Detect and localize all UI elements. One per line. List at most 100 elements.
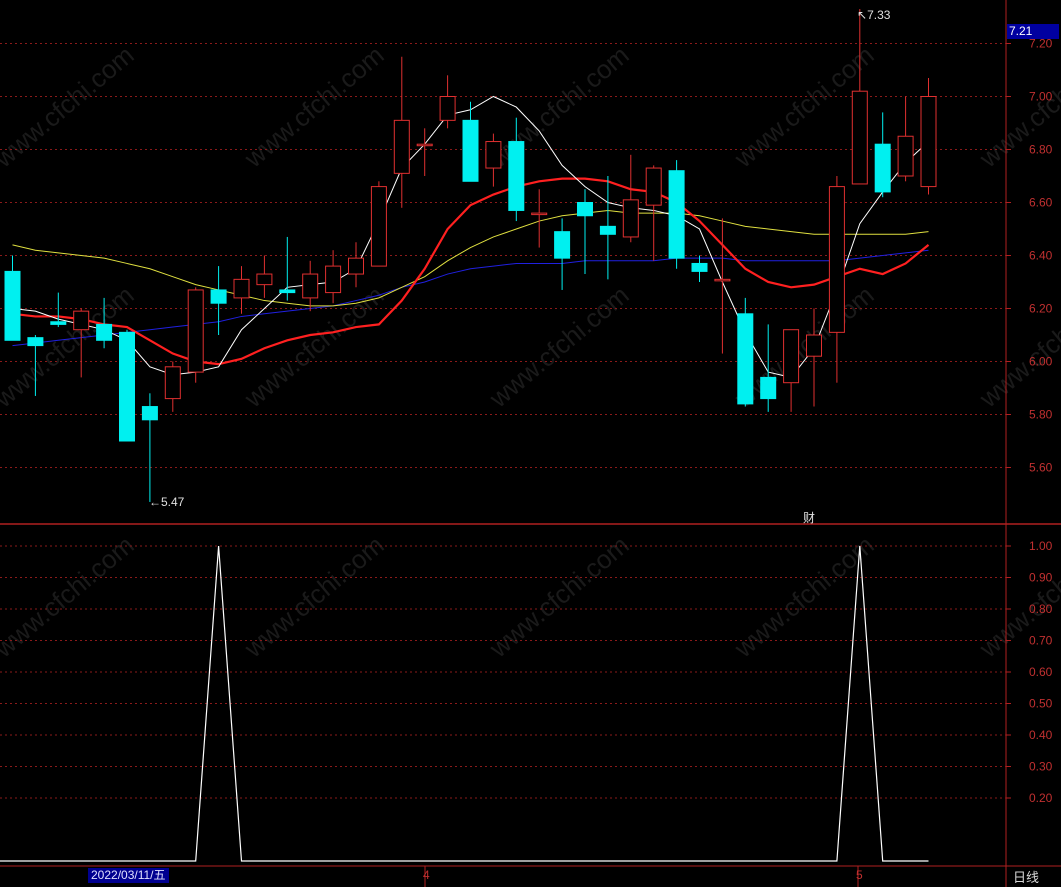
indicator-tick-label: 0.40 [1029,728,1053,742]
candle-body [187,289,204,373]
indicator-tick-label: 0.50 [1029,697,1053,711]
watermark-text: www.cfchi.com [483,280,635,414]
candle-up [348,242,364,288]
low-price-callout: ←5.47 [149,495,184,509]
candle-up [325,250,342,304]
candle-body [760,376,777,400]
candle-down [737,297,754,407]
candle-body [4,270,21,341]
candle-down [554,218,571,290]
indicator-tick-label: 0.90 [1029,571,1053,585]
candle-body [828,186,845,333]
candle-body [531,212,548,216]
watermark-text: www.cfchi.com [0,530,140,664]
price-tick-label: 5.80 [1029,408,1053,422]
indicator-tick-label: 0.20 [1029,791,1053,805]
candle-up [897,96,914,182]
candle-body [348,257,364,275]
candle-body [668,170,685,259]
candle-up [164,361,181,412]
candle-down [599,176,616,280]
candle-body [737,313,754,405]
candle-body [256,273,273,286]
candle-body [806,334,822,357]
low-price-value: 5.47 [161,495,185,509]
low-arrow-icon: ← [149,495,161,509]
candle-up [187,287,204,383]
candle-body [210,289,227,304]
candle-up [485,133,502,187]
current-price-badge: 7.21 [1007,24,1059,39]
candle-body [302,273,319,299]
candle-body [508,141,525,211]
watermark-text: www.cfchi.com [483,530,635,664]
indicator-tick-label: 0.80 [1029,602,1053,616]
candle-down [119,329,135,442]
candle-up [256,255,273,298]
price-tick-label: 6.00 [1029,355,1053,369]
candle-body [73,310,90,331]
candle-body [599,225,616,235]
candle-up [233,266,250,314]
candle-up [920,77,937,195]
candle-down [50,292,67,328]
candle-down [4,255,21,341]
candle-up [828,176,845,383]
candle-up [416,128,433,176]
high-price-value: 7.33 [867,8,891,22]
candle-up [393,56,410,208]
high-price-callout: ↖7.33 [857,8,890,22]
indicator-tick-label: 0.60 [1029,665,1053,679]
candle-up [783,329,800,412]
candle-body [27,337,44,347]
candle-body [645,167,662,206]
candle-down [668,160,685,269]
candle-body [164,366,181,400]
candle-down [141,393,158,502]
price-tick-label: 7.00 [1029,90,1053,104]
candle-body [485,141,502,169]
candle-body [851,90,868,185]
candle-body [622,199,639,238]
candle-up [302,260,319,312]
candle-down [874,112,891,198]
month-marker-may: 5 [856,868,863,882]
price-tick-label: 6.20 [1029,302,1053,316]
candle-up [531,189,548,248]
period-selector[interactable]: 日线 [1013,867,1039,886]
price-tick-label: 5.60 [1029,461,1053,475]
cursor-date-label: 2022/03/11/五 [88,868,169,883]
candle-body [920,96,937,188]
candle-body [439,96,456,121]
month-marker-april: 4 [423,868,430,882]
stock-chart[interactable]: www.cfchi.com www.cfchi.com www.cfchi.com w… [0,0,1061,887]
price-tick-label: 6.80 [1029,143,1053,157]
price-tick-label: 6.40 [1029,249,1053,263]
candle-body [279,289,296,294]
ma20-line [12,209,929,307]
watermark-text: www.cfchi.com [973,280,1061,414]
candle-body [325,265,342,294]
high-arrow-icon: ↖ [857,8,868,22]
watermark-text: www.cfchi.com [0,40,140,174]
candle-body [691,262,708,272]
candle-body [897,135,914,177]
candle-body [119,331,135,442]
financial-report-marker[interactable]: 财 [803,509,815,526]
candle-up [370,181,387,267]
price-tick-label: 6.60 [1029,196,1053,210]
candle-up [622,154,639,243]
candle-body [874,143,891,193]
watermark-text: www.cfchi.com [728,530,880,664]
watermark-text: www.cfchi.com [238,530,390,664]
candle-body [416,143,433,147]
indicator-tick-label: 1.00 [1029,539,1053,553]
candle-up [439,75,456,129]
candle-down [691,255,708,282]
candle-down [462,101,479,182]
candle-body [233,278,250,299]
candle-body [783,329,800,384]
candle-body [393,119,410,174]
candle-body [714,278,731,282]
candle-down [279,236,296,301]
